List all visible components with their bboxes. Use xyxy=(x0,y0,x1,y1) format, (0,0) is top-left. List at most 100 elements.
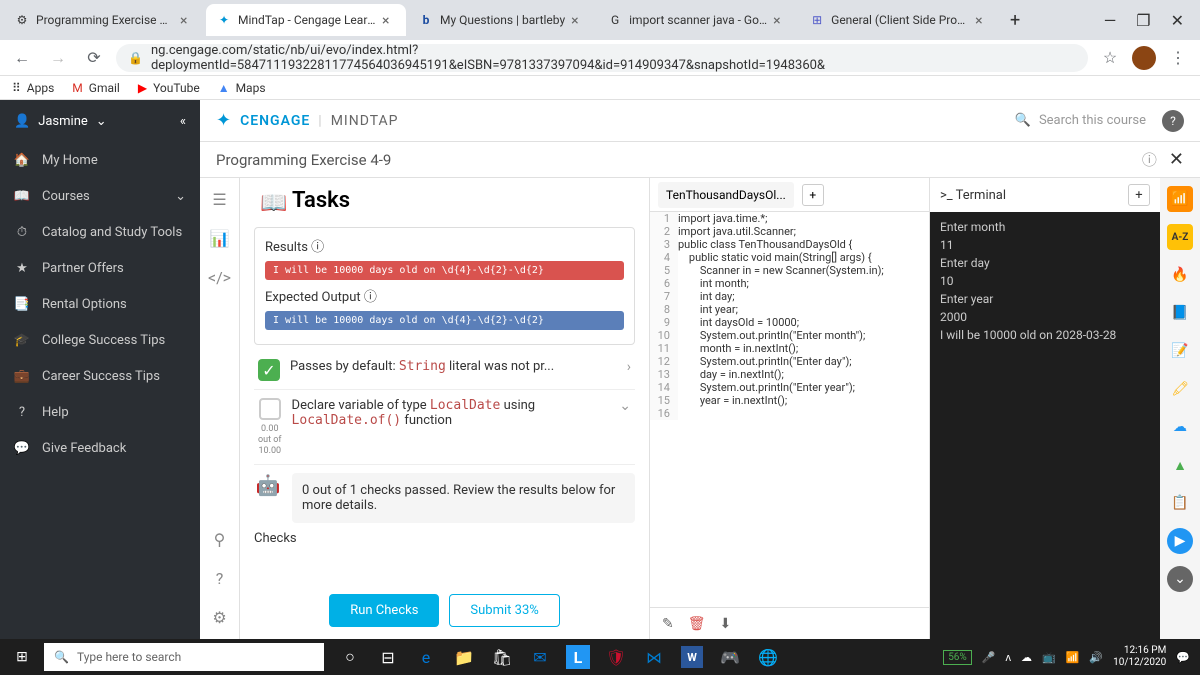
tray-cast-icon[interactable]: 📺 xyxy=(1042,651,1056,664)
sidebar-item-home[interactable]: 🏠My Home xyxy=(0,142,200,178)
gmail-bookmark[interactable]: MGmail xyxy=(72,81,120,95)
address-bar: ← → ⟳ 🔒ng.cengage.com/static/nb/ui/evo/i… xyxy=(0,40,1200,76)
minimize-icon[interactable]: — xyxy=(1104,11,1117,30)
sidebar-item-college[interactable]: 🎓College Success Tips xyxy=(0,322,200,358)
editor-tab[interactable]: TenThousandDaysOl... xyxy=(658,182,794,208)
tab-title: Programming Exercise 3-8 xyxy=(36,13,174,27)
submit-button[interactable]: Submit 33% xyxy=(449,594,559,627)
note-icon[interactable]: 📝 xyxy=(1167,338,1193,364)
close-window-icon[interactable]: ✕ xyxy=(1171,11,1184,30)
sidebar-item-help[interactable]: ?Help xyxy=(0,394,200,430)
cortana-icon[interactable]: ○ xyxy=(332,639,368,675)
notes-icon[interactable]: 📋 xyxy=(1167,490,1193,516)
close-icon[interactable]: ✕ xyxy=(1169,149,1184,170)
task-row-declare[interactable]: 0.00 out of 10.00 Declare variable of ty… xyxy=(254,390,635,465)
discord-icon[interactable]: 🎮 xyxy=(712,639,748,675)
download-icon[interactable]: ⬇ xyxy=(720,616,732,632)
rss-icon[interactable]: 📶 xyxy=(1167,186,1193,212)
flame-icon[interactable]: 🔥 xyxy=(1167,262,1193,288)
sidebar-item-catalog[interactable]: ⏱Catalog and Study Tools xyxy=(0,214,200,250)
browser-tab[interactable]: bMy Questions | bartleby× xyxy=(408,4,595,36)
help-icon[interactable]: ? xyxy=(216,569,224,588)
close-icon[interactable]: × xyxy=(571,13,585,27)
sidebar-item-career[interactable]: 💼Career Success Tips xyxy=(0,358,200,394)
edit-icon[interactable]: ✎ xyxy=(662,616,674,632)
start-button[interactable]: ⊞ xyxy=(0,639,44,675)
browser-tab[interactable]: ⊞General (Client Side Programm× xyxy=(799,4,999,36)
mail-icon[interactable]: ✉ xyxy=(522,639,558,675)
apps-bookmark[interactable]: ⠿Apps xyxy=(12,81,54,95)
tray-up-icon[interactable]: ʌ xyxy=(1005,651,1011,664)
add-file-button[interactable]: + xyxy=(802,184,824,206)
results-box: Results ⓘ I will be 10000 days old on \d… xyxy=(254,227,635,345)
sidebar-item-courses[interactable]: 📖Courses⌄ xyxy=(0,178,200,214)
mcafee-icon[interactable]: 🛡 xyxy=(598,639,634,675)
browser-tab-active[interactable]: ✦MindTap - Cengage Learning× xyxy=(206,4,406,36)
youtube-bookmark[interactable]: ▶YouTube xyxy=(138,81,200,95)
drive-icon[interactable]: ▲ xyxy=(1167,452,1193,478)
battery-indicator[interactable]: 56% xyxy=(943,650,972,665)
task-view-icon[interactable]: ⊟ xyxy=(370,639,406,675)
task-row-pass[interactable]: ✓ Passes by default: String literal was … xyxy=(254,351,635,390)
store-icon[interactable]: 🛍 xyxy=(484,639,520,675)
highlight-icon[interactable]: 🖍 xyxy=(1167,376,1193,402)
list-icon[interactable]: ☰ xyxy=(212,190,226,209)
expand-icon[interactable]: ⌄ xyxy=(1167,566,1193,592)
close-icon[interactable]: × xyxy=(975,13,989,27)
maximize-icon[interactable]: ❐ xyxy=(1136,11,1150,30)
course-search[interactable]: 🔍Search this course xyxy=(1015,113,1146,128)
menu-icon[interactable]: ⋮ xyxy=(1164,44,1192,72)
taskbar-clock[interactable]: 12:16 PM10/12/2020 xyxy=(1113,645,1166,669)
share-icon[interactable]: ⚲ xyxy=(214,530,226,549)
close-icon[interactable]: × xyxy=(773,13,787,27)
forward-button[interactable]: → xyxy=(44,44,72,72)
tray-volume-icon[interactable]: 🔊 xyxy=(1089,651,1103,664)
browser-tab[interactable]: ⚙Programming Exercise 3-8× xyxy=(4,4,204,36)
exercise-header: Programming Exercise 4-9 ⓘ ✕ xyxy=(200,142,1200,178)
tray-cloud-icon[interactable]: ☁ xyxy=(1021,651,1032,664)
help-button[interactable]: ? xyxy=(1162,110,1184,132)
az-icon[interactable]: A-Z xyxy=(1167,224,1193,250)
info-icon[interactable]: ⓘ xyxy=(1142,149,1157,170)
apps-icon: ⠿ xyxy=(12,81,21,95)
book-icon[interactable]: 📘 xyxy=(1167,300,1193,326)
notifications-icon[interactable]: 💬 xyxy=(1176,651,1190,664)
tasks-panel: 📖Tasks Results ⓘ I will be 10000 days ol… xyxy=(240,178,650,639)
close-icon[interactable]: × xyxy=(180,13,194,27)
taskbar-search[interactable]: 🔍Type here to search xyxy=(44,643,324,671)
sidebar-item-rental[interactable]: 📑Rental Options xyxy=(0,286,200,322)
url-input[interactable]: 🔒ng.cengage.com/static/nb/ui/evo/index.h… xyxy=(116,44,1088,72)
explorer-icon[interactable]: 📁 xyxy=(446,639,482,675)
run-checks-button[interactable]: Run Checks xyxy=(329,594,439,627)
play-icon[interactable]: ▶ xyxy=(1167,528,1193,554)
terminal-output[interactable]: Enter month11Enter day10Enter year2000I … xyxy=(930,212,1160,639)
tray-wifi-icon[interactable]: 📶 xyxy=(1066,651,1080,664)
chart-icon[interactable]: 📊 xyxy=(210,229,230,248)
user-menu[interactable]: 👤Jasmine ⌄« xyxy=(0,100,200,142)
reload-button[interactable]: ⟳ xyxy=(80,44,108,72)
tray-mic-icon[interactable]: 🎤 xyxy=(982,651,996,664)
star-icon[interactable]: ☆ xyxy=(1096,44,1124,72)
vscode-icon[interactable]: ⋈ xyxy=(636,639,672,675)
code-icon[interactable]: </> xyxy=(208,268,231,287)
new-tab-button[interactable]: + xyxy=(1001,6,1029,34)
browser-tab[interactable]: Gimport scanner java - Google S× xyxy=(597,4,797,36)
sidebar-item-offers[interactable]: ★Partner Offers xyxy=(0,250,200,286)
edge-icon[interactable]: e xyxy=(408,639,444,675)
settings-icon[interactable]: ⚙ xyxy=(212,608,226,627)
word-icon[interactable]: W xyxy=(681,646,703,668)
chrome-icon[interactable]: 🌐 xyxy=(750,639,786,675)
maps-bookmark[interactable]: ▲Maps xyxy=(218,81,266,95)
delete-icon[interactable]: 🗑 xyxy=(688,616,706,632)
collapse-icon[interactable]: « xyxy=(180,114,186,129)
add-terminal-button[interactable]: + xyxy=(1128,184,1150,206)
back-button[interactable]: ← xyxy=(8,44,36,72)
sidebar-item-feedback[interactable]: 💬Give Feedback xyxy=(0,430,200,466)
code-area[interactable]: 1import java.time.*;2import java.util.Sc… xyxy=(650,212,929,607)
youtube-icon: ▶ xyxy=(138,81,147,95)
close-icon[interactable]: × xyxy=(382,13,396,27)
cloud-icon[interactable]: ☁ xyxy=(1167,414,1193,440)
profile-avatar[interactable] xyxy=(1132,46,1156,70)
app-icon[interactable]: L xyxy=(566,645,590,669)
gmail-icon: M xyxy=(72,81,82,95)
